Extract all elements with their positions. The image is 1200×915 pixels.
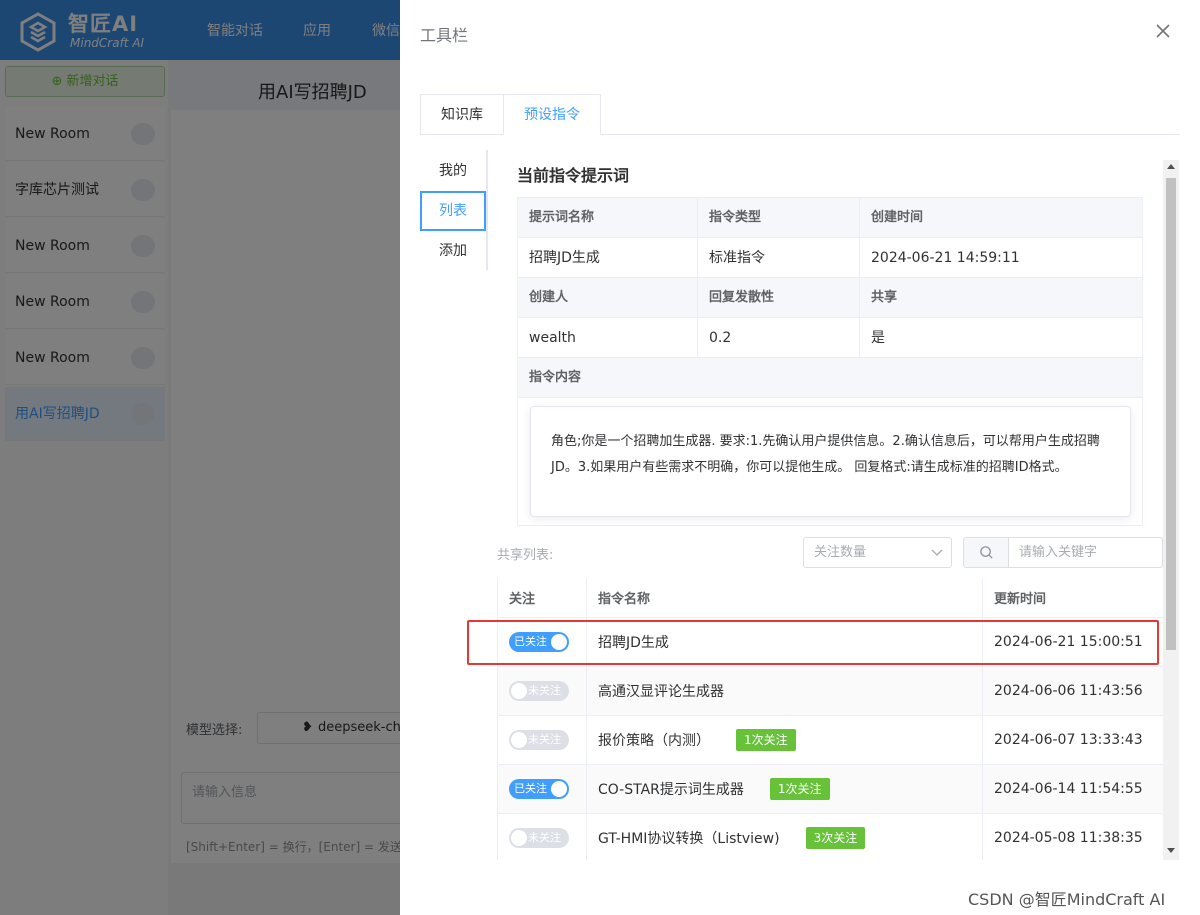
info-value-row: wealth 0.2 是 — [518, 318, 1142, 358]
info-header-cell: 指令内容 — [529, 370, 582, 385]
drawer-title: 工具栏 — [420, 26, 469, 45]
info-value-cell: 是 — [871, 330, 885, 346]
follow-count-badge: 1次关注 — [769, 778, 830, 800]
toolbar-drawer: 工具栏 知识库 预设指令 我的 列表 添加 当前指令提示词 提示词名称 指令类型… — [400, 0, 1200, 915]
scroll-up-arrow[interactable] — [1167, 164, 1175, 169]
scroll-down-arrow[interactable] — [1167, 848, 1175, 853]
info-header-cell: 回复发散性 — [698, 278, 860, 318]
follow-switch[interactable]: 已关注 — [509, 779, 569, 799]
command-name: GT-HMI协议转换（Listview) 3次关注 — [587, 814, 983, 860]
update-time: 2024-06-21 15:00:51 — [994, 634, 1143, 650]
switch-knob — [511, 732, 527, 748]
subnav: 我的 列表 添加 — [420, 150, 488, 270]
info-value-cell: wealth — [518, 318, 698, 358]
command-name-text: 高通汉显评论生成器 — [598, 684, 724, 700]
info-value-cell: 0.2 — [698, 318, 860, 358]
command-name-text: 报价策略（内测） — [598, 733, 710, 749]
table-row[interactable]: 已关注 招聘JD生成 2024-06-21 15:00:51 — [498, 618, 1163, 667]
close-icon[interactable] — [1152, 20, 1174, 42]
follow-switch[interactable]: 未关注 — [509, 828, 569, 848]
switch-knob — [551, 781, 567, 797]
sort-select[interactable]: 关注数量 — [803, 537, 952, 568]
tab-preset-commands[interactable]: 预设指令 — [503, 94, 601, 135]
scrollbar-thumb[interactable] — [1166, 178, 1176, 650]
follow-count-badge: 3次关注 — [805, 827, 866, 849]
update-time: 2024-05-08 11:38:35 — [994, 830, 1143, 846]
command-name: 高通汉显评论生成器 — [587, 667, 983, 715]
follow-cell: 未关注 — [498, 814, 587, 860]
follow-switch[interactable]: 未关注 — [509, 681, 569, 701]
switch-knob — [511, 683, 527, 699]
subnav-mine[interactable]: 我的 — [420, 152, 486, 190]
switch-label: 未关注 — [528, 684, 561, 697]
search-button[interactable] — [963, 537, 1009, 568]
info-value-cell: 2024-06-21 14:59:11 — [871, 250, 1020, 266]
info-value-row: 招聘JD生成 标准指令 2024-06-21 14:59:11 — [518, 238, 1142, 278]
switch-label: 未关注 — [528, 733, 561, 746]
watermark: CSDN @智匠MindCraft AI — [968, 890, 1166, 909]
subnav-add[interactable]: 添加 — [420, 232, 486, 270]
follow-cell: 未关注 — [498, 667, 587, 715]
header-command-name: 指令名称 — [587, 578, 983, 617]
table-header-row: 关注 指令名称 更新时间 — [498, 578, 1163, 618]
info-header-cell: 提示词名称 — [518, 198, 698, 238]
info-value-cell: 招聘JD生成 — [518, 238, 698, 278]
follow-cell: 已关注 — [498, 618, 587, 666]
command-name-text: GT-HMI协议转换（Listview) — [598, 831, 780, 847]
tab-knowledge-base[interactable]: 知识库 — [420, 94, 504, 135]
switch-knob — [551, 634, 567, 650]
prompt-info-table: 提示词名称 指令类型 创建时间 招聘JD生成 标准指令 2024-06-21 1… — [517, 197, 1143, 526]
info-header-row: 提示词名称 指令类型 创建时间 — [518, 198, 1142, 238]
command-name-text: 招聘JD生成 — [598, 635, 669, 651]
info-header-row: 创建人 回复发散性 共享 — [518, 278, 1142, 318]
follow-switch[interactable]: 已关注 — [509, 632, 569, 652]
switch-knob — [511, 830, 527, 846]
chevron-down-icon — [931, 549, 943, 556]
follow-cell: 未关注 — [498, 716, 587, 764]
switch-label: 已关注 — [514, 782, 547, 795]
prompt-content: 角色;你是一个招聘加生成器. 要求:1.先确认用户提供信息。2.确认信息后，可以… — [530, 406, 1131, 517]
drawer-tabs: 知识库 预设指令 — [420, 94, 1180, 135]
table-row[interactable]: 已关注 CO-STAR提示词生成器 1次关注 2024-06-14 11:54:5… — [498, 765, 1163, 814]
table-row[interactable]: 未关注 高通汉显评论生成器 2024-06-06 11:43:56 — [498, 667, 1163, 716]
search-icon — [980, 546, 993, 559]
update-time: 2024-06-06 11:43:56 — [994, 683, 1143, 699]
switch-label: 已关注 — [514, 635, 547, 648]
follow-cell: 已关注 — [498, 765, 587, 813]
info-header-cell: 指令类型 — [698, 198, 860, 238]
header-update-time: 更新时间 — [994, 592, 1047, 607]
search-input[interactable]: 请输入关键字 — [1008, 537, 1163, 568]
command-name: 招聘JD生成 — [587, 618, 983, 666]
info-header-cell: 共享 — [871, 290, 898, 305]
update-time: 2024-06-07 13:33:43 — [994, 732, 1143, 748]
update-time: 2024-06-14 11:54:55 — [994, 781, 1143, 797]
info-header-cell: 创建人 — [518, 278, 698, 318]
section-title: 当前指令提示词 — [517, 166, 630, 185]
command-name: CO-STAR提示词生成器 1次关注 — [587, 765, 983, 813]
command-name-text: CO-STAR提示词生成器 — [598, 782, 744, 798]
table-row[interactable]: 未关注 报价策略（内测） 1次关注 2024-06-07 13:33:43 — [498, 716, 1163, 765]
switch-label: 未关注 — [528, 831, 561, 844]
sort-placeholder: 关注数量 — [814, 545, 867, 560]
info-header-cell: 创建时间 — [871, 210, 924, 225]
info-value-cell: 标准指令 — [698, 238, 860, 278]
info-header-row: 指令内容 — [518, 358, 1142, 398]
share-table: 关注 指令名称 更新时间 已关注 招聘JD生成 2024-06-21 15:00… — [497, 578, 1163, 860]
follow-count-badge: 1次关注 — [736, 729, 796, 751]
follow-switch[interactable]: 未关注 — [509, 730, 569, 750]
table-row[interactable]: 未关注 GT-HMI协议转换（Listview) 3次关注 2024-05-08 … — [498, 814, 1163, 860]
header-follow: 关注 — [498, 578, 587, 617]
share-list-label: 共享列表: — [497, 548, 554, 563]
command-name: 报价策略（内测） 1次关注 — [587, 716, 983, 764]
subnav-list[interactable]: 列表 — [420, 191, 486, 231]
